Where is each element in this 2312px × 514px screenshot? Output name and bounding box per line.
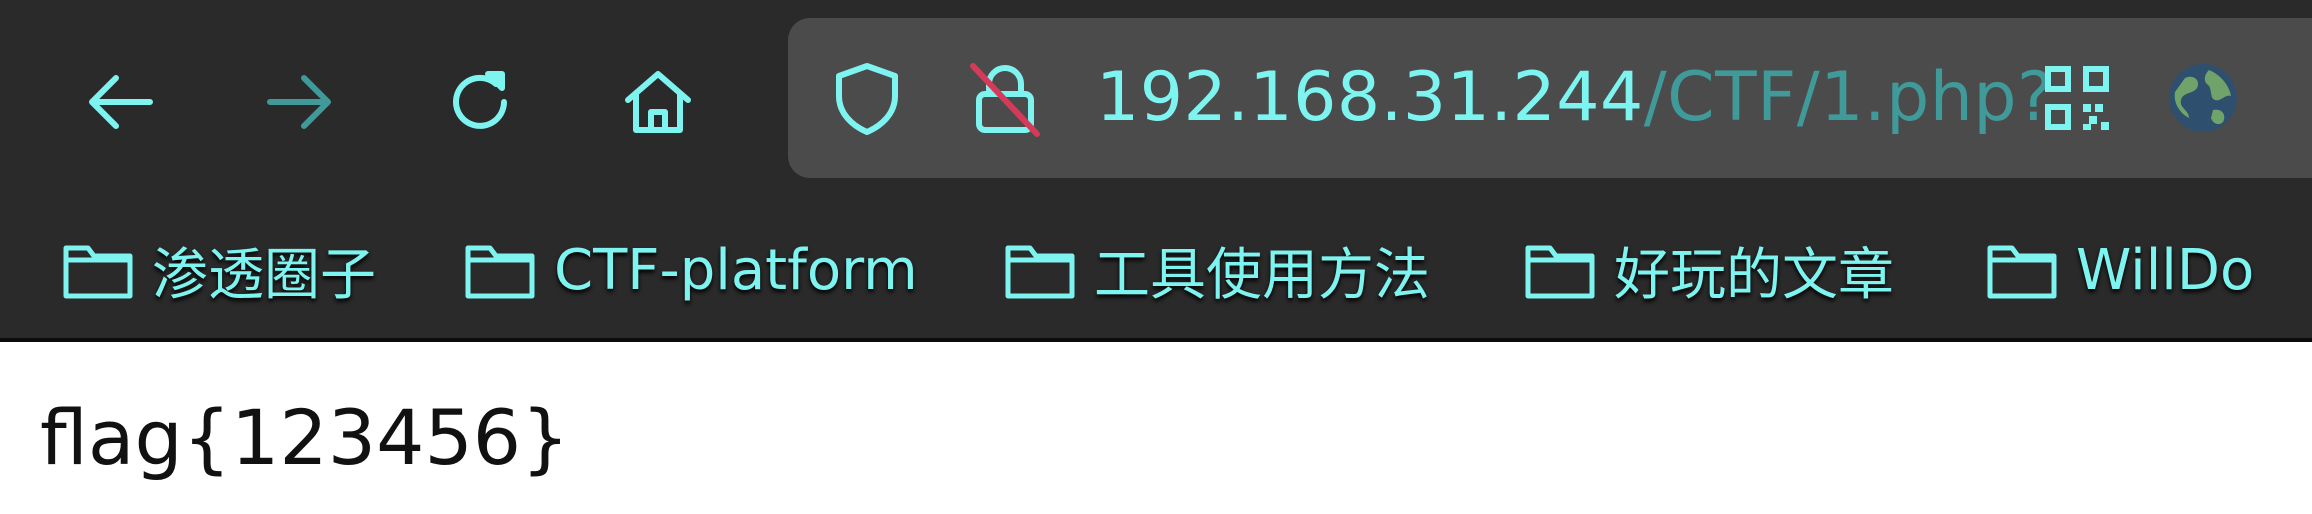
folder-icon xyxy=(63,245,133,299)
folder-icon xyxy=(1987,245,2057,299)
bookmark-folder-3[interactable]: 好玩的文章 xyxy=(1522,226,1894,314)
shield-icon xyxy=(836,63,898,135)
forward-arrow-icon xyxy=(267,75,331,129)
home-icon xyxy=(625,71,691,133)
page-body-text: flag{123456} xyxy=(40,393,570,482)
chrome-divider xyxy=(0,338,2312,342)
bookmarks-toolbar: 渗透圈子 CTF-platform 工具使用方法 好玩的文章 WillDo xyxy=(0,226,2312,314)
site-security-button[interactable] xyxy=(960,58,1050,138)
bookmark-label: WillDo xyxy=(2076,237,2255,303)
folder-icon xyxy=(465,245,535,299)
back-button[interactable] xyxy=(72,54,168,150)
bookmark-folder-2[interactable]: 工具使用方法 xyxy=(1002,226,1430,314)
url-host: 192.168.31.244 xyxy=(1096,58,1644,137)
bookmark-label: 渗透圈子 xyxy=(152,242,376,308)
qr-code-button[interactable] xyxy=(2032,58,2122,138)
folder-icon xyxy=(1005,245,1075,299)
bookmark-label: 工具使用方法 xyxy=(1094,242,1430,308)
bookmark-folder-4[interactable]: WillDo xyxy=(1984,226,2254,314)
insecure-lock-icon xyxy=(970,63,1040,137)
address-bar[interactable]: 192.168.31.244/CTF/1.php? xyxy=(788,18,2312,178)
back-arrow-icon xyxy=(89,75,153,129)
url-text[interactable]: 192.168.31.244/CTF/1.php? xyxy=(1096,48,2054,148)
globe-icon xyxy=(2169,64,2237,132)
bookmark-label: CTF-platform xyxy=(554,237,918,303)
home-button[interactable] xyxy=(610,54,706,150)
url-path: /CTF/1.php? xyxy=(1643,58,2054,137)
bookmark-folder-0[interactable]: 渗透圈子 xyxy=(60,226,376,314)
forward-button[interactable] xyxy=(252,54,348,150)
folder-icon xyxy=(1525,245,1595,299)
qr-code-icon xyxy=(2045,66,2109,130)
bookmark-label: 好玩的文章 xyxy=(1614,242,1894,308)
reload-button[interactable] xyxy=(432,54,528,150)
bookmark-folder-1[interactable]: CTF-platform xyxy=(462,226,918,314)
tracking-protection-button[interactable] xyxy=(822,58,912,138)
globe-button[interactable] xyxy=(2158,58,2248,138)
reload-icon xyxy=(453,71,507,129)
